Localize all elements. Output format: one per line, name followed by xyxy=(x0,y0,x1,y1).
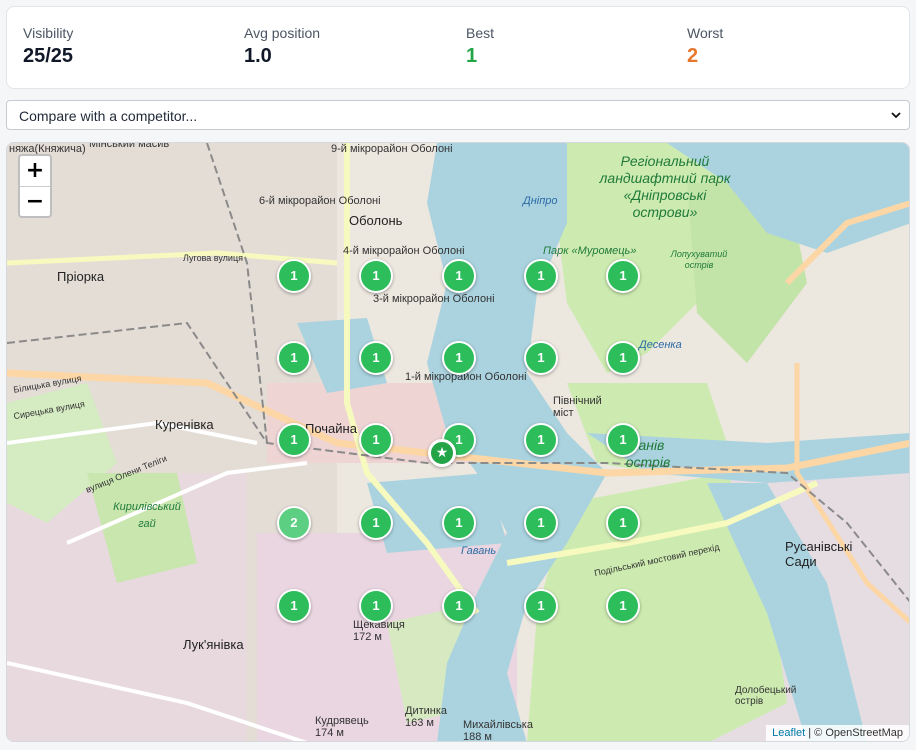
stat-visibility: Visibility 25/25 xyxy=(23,25,73,68)
map-label-lopukhuvatyi: Лопухуватий острів xyxy=(670,249,728,270)
rank-pin[interactable]: 1 xyxy=(524,589,558,623)
competitor-select-value: Compare with a competitor... xyxy=(19,108,198,124)
map-label-lukianivka: Лук'янівка xyxy=(183,637,244,652)
map-label-kurenivka: Куренівка xyxy=(155,417,214,432)
stat-best: Best 1 xyxy=(466,25,494,68)
map-label-dnipro: Дніпро xyxy=(523,195,558,207)
rank-pin[interactable]: 1 xyxy=(359,341,393,375)
stat-visibility-value: 25/25 xyxy=(23,45,74,67)
map-label-priorka: Пріорка xyxy=(57,269,105,284)
chevron-down-icon xyxy=(891,112,901,119)
map-label-hromadska: Гавань xyxy=(461,545,497,557)
map-label-minskyi: Мінський масив xyxy=(89,142,170,150)
rank-pin[interactable]: 1 xyxy=(524,423,558,457)
map-view[interactable]: Мінський масив няжа(Княжича) 9-й мікрора… xyxy=(6,142,910,742)
rank-pin[interactable]: 1 xyxy=(359,259,393,293)
map-label-mykhailivska: Михайлівська 188 м xyxy=(463,719,533,742)
osm-attribution: | © OpenStreetMap xyxy=(808,727,903,739)
rank-pin[interactable]: 1 xyxy=(606,506,640,540)
competitor-select[interactable]: Compare with a competitor... xyxy=(6,100,910,130)
rank-pin[interactable]: 1 xyxy=(359,589,393,623)
map-attribution: Leaflet | © OpenStreetMap xyxy=(766,725,909,741)
stat-avg-position: Avg position 1.0 xyxy=(244,25,320,68)
stat-worst-label: Worst xyxy=(687,25,724,41)
rank-pin[interactable]: 1 xyxy=(277,589,311,623)
map-label-mikro6: 6-й мікрорайон Оболоні xyxy=(259,195,381,207)
map-label-desenka: Десенка xyxy=(639,339,682,351)
rank-pin[interactable]: 1 xyxy=(442,589,476,623)
map-label-rusanivski: Русанівські Сади xyxy=(785,539,853,569)
rank-pin[interactable]: 1 xyxy=(606,589,640,623)
rank-pin[interactable]: 1 xyxy=(606,341,640,375)
map-label-dytyna: Дитинка 163 м xyxy=(405,705,448,729)
map-label-kyrylivskyi: Кирилівський гай xyxy=(113,501,181,530)
rank-pin[interactable]: 1 xyxy=(524,341,558,375)
map-label-obolon: Оболонь xyxy=(349,213,403,228)
stat-visibility-label: Visibility xyxy=(23,25,74,41)
rank-pin[interactable]: 1 xyxy=(606,259,640,293)
stat-worst-value: 2 xyxy=(687,45,699,67)
rank-pin[interactable]: 1 xyxy=(359,506,393,540)
map-label-mikro4: 4-й мікрорайон Оболоні xyxy=(343,245,465,257)
rank-pin[interactable]: 1 xyxy=(442,259,476,293)
leaflet-link[interactable]: Leaflet xyxy=(772,727,805,739)
map-label-dolobetskyi: Долобецький острів xyxy=(735,685,797,707)
rank-pin[interactable]: 1 xyxy=(524,259,558,293)
rank-pin[interactable]: 1 xyxy=(277,341,311,375)
rank-pin[interactable]: 1 xyxy=(277,259,311,293)
rank-pin[interactable]: 1 xyxy=(442,506,476,540)
map-label-park-muromets: Парк «Муромець» xyxy=(543,245,637,257)
star-icon: ★ xyxy=(435,445,449,461)
map-label-kudriavets: Кудрявець 174 м xyxy=(315,715,369,739)
stat-best-value: 1 xyxy=(466,45,478,67)
stat-avg-position-label: Avg position xyxy=(244,25,321,41)
rank-pin[interactable]: 1 xyxy=(359,423,393,457)
rank-pin[interactable]: 1 xyxy=(442,341,476,375)
map-label-shchekavytsia: Щекавиця 172 м xyxy=(353,619,405,643)
stat-avg-position-value: 1.0 xyxy=(244,45,272,67)
stat-worst: Worst 2 xyxy=(687,25,723,68)
map-label-park-dnipro: Регіональний ландшафтний парк «Дніпровсь… xyxy=(599,153,731,220)
zoom-in-button[interactable]: + xyxy=(20,156,50,186)
map-label-pochaina: Почайна xyxy=(305,421,357,436)
rank-pin[interactable]: 2 xyxy=(277,506,311,540)
map-label-mikro3: 3-й мікрорайон Оболоні xyxy=(373,293,495,305)
stat-best-label: Best xyxy=(466,25,495,41)
business-location-marker[interactable]: ★ xyxy=(428,439,456,467)
map-label-lugova: Лугова вулиця xyxy=(183,253,243,263)
rank-pin[interactable]: 1 xyxy=(606,423,640,457)
map-label-mikro9: 9-й мікрорайон Оболоні xyxy=(331,143,453,155)
rank-pin[interactable]: 1 xyxy=(524,506,558,540)
zoom-out-button[interactable]: − xyxy=(20,186,50,216)
map-label-pivnichnyi: Північний міст xyxy=(553,395,602,419)
stats-panel: Visibility 25/25 Avg position 1.0 Best 1… xyxy=(6,6,910,89)
rank-pin[interactable]: 1 xyxy=(277,423,311,457)
zoom-control: + − xyxy=(18,154,52,218)
